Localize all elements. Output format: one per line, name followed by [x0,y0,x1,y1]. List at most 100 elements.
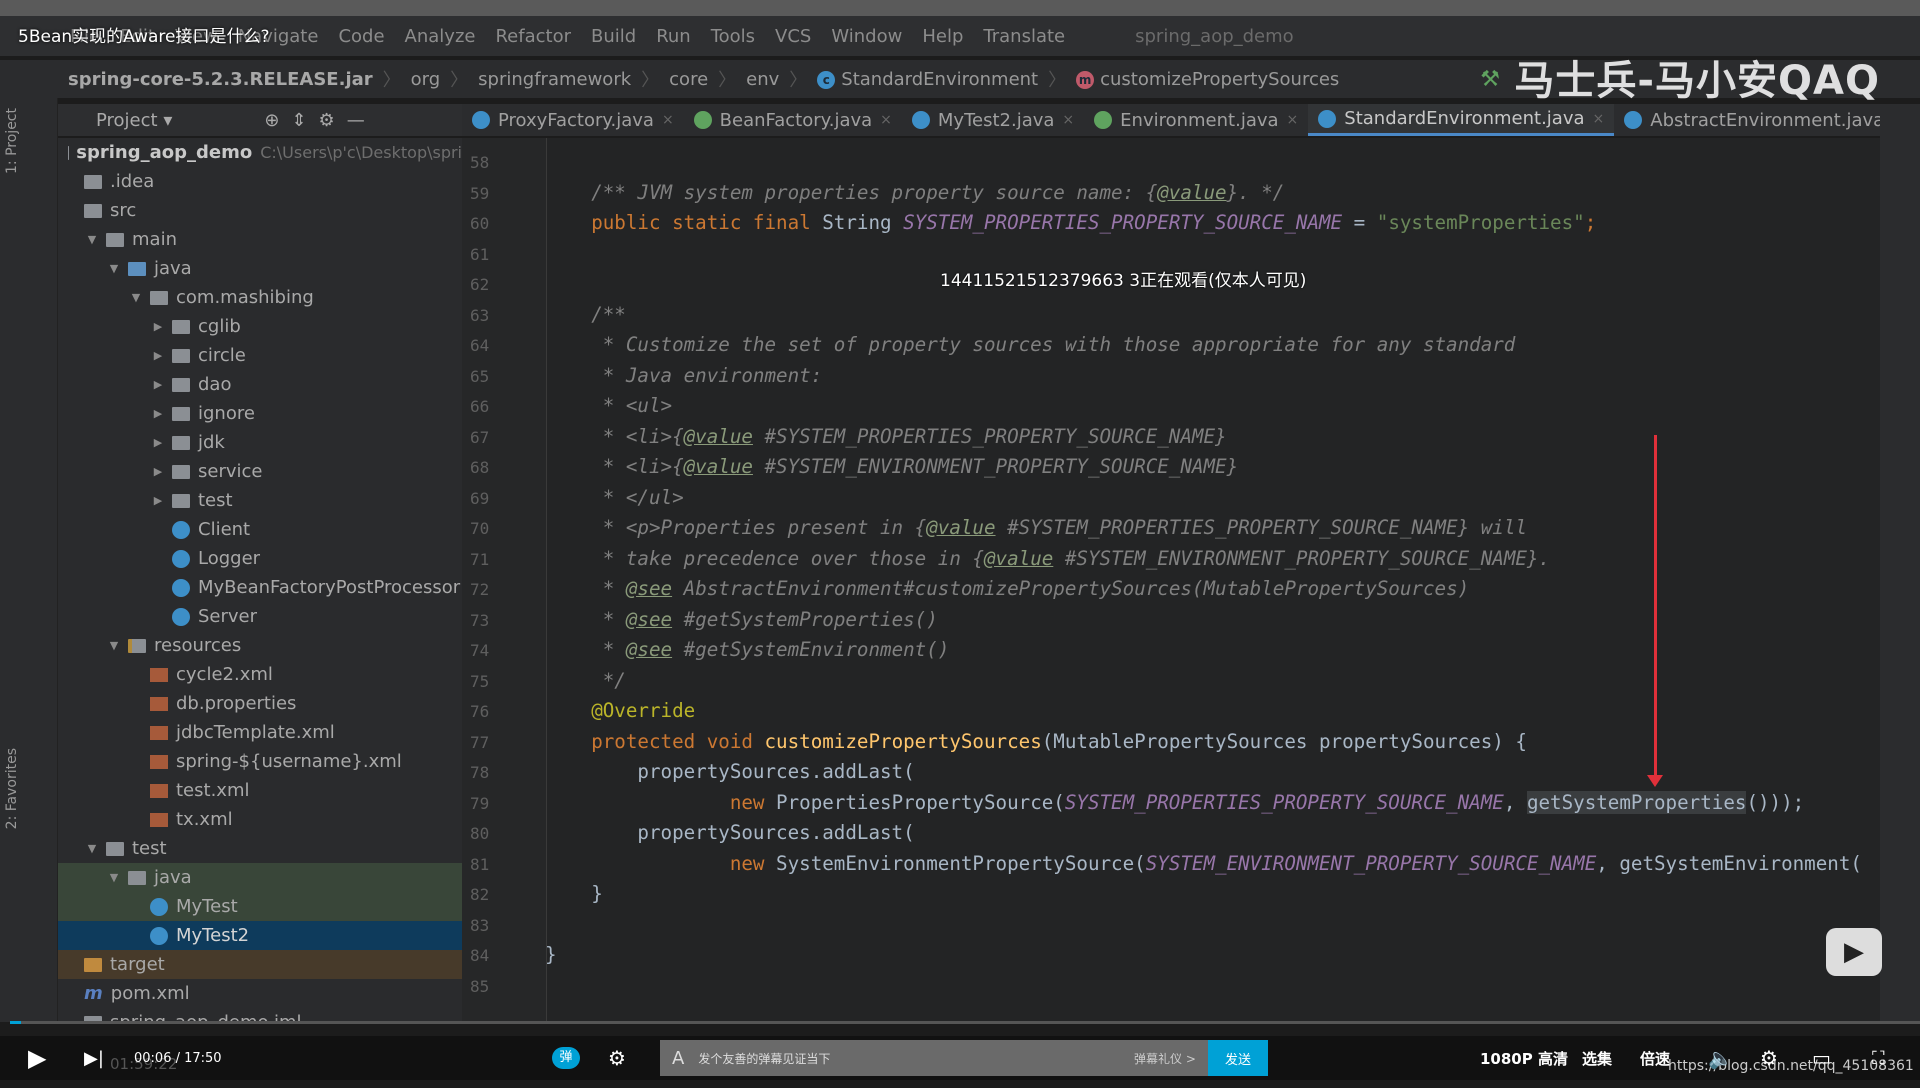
tree-item[interactable]: Logger [58,544,462,573]
tree-item[interactable]: target [58,950,462,979]
tree-item[interactable]: ▶ignore [58,399,462,428]
tree-item[interactable]: ▶cglib [58,312,462,341]
tree-item[interactable]: ▼com.mashibing [58,283,462,312]
tree-item[interactable]: src [58,196,462,225]
fullscreen-icon[interactable]: ⛶ [1872,1036,1885,1080]
breadcrumb-item[interactable]: env [746,69,779,90]
line-number: 59 [470,184,510,203]
volume-icon[interactable]: 🔈 [1708,1036,1733,1080]
speed-button[interactable]: 倍速 [1640,1036,1670,1080]
play-icon[interactable]: ▶ [28,1036,46,1080]
gear-icon[interactable]: ⚙ [319,110,335,131]
collapsed-arrow-icon[interactable]: ▶ [150,465,166,478]
menu-run[interactable]: Run [656,26,691,47]
tree-item[interactable]: MyTest [58,892,462,921]
menu-vcs[interactable]: VCS [775,26,811,47]
favorites-tool-button[interactable]: 2: Favorites [4,748,20,829]
tree-item[interactable]: ▼resources [58,631,462,660]
collapse-all-icon[interactable]: ⇕ [291,110,306,131]
settings-icon[interactable]: ⚙ [1760,1036,1778,1080]
quality-button[interactable]: 1080P 高清 [1480,1036,1568,1080]
tree-item[interactable]: .idea [58,167,462,196]
close-tab-icon[interactable]: × [880,112,892,128]
tab-mytest2[interactable]: MyTest2.java× [902,104,1084,136]
code-token: * [545,638,626,661]
breadcrumb-item[interactable]: mcustomizePropertySources [1076,69,1339,90]
bilibili-tv-icon[interactable]: ▶ [1826,928,1882,976]
video-progress-fill [10,1021,21,1024]
close-tab-icon[interactable]: × [1593,111,1605,127]
tree-item[interactable]: ▶service [58,457,462,486]
breadcrumb-separator: 〉 [718,66,736,92]
tree-item[interactable]: ▶jdk [58,428,462,457]
build-hammer-icon[interactable]: ⚒ [1480,67,1500,92]
menu-refactor[interactable]: Refactor [495,26,571,47]
breadcrumb-item[interactable]: org [411,69,441,90]
close-tab-icon[interactable]: × [1287,112,1299,128]
tab-beanfactory[interactable]: BeanFactory.java× [684,104,902,136]
tree-item[interactable]: Server [58,602,462,631]
tab-abstractenvironment[interactable]: AbstractEnvironment.java× [1614,104,1914,136]
tree-item[interactable]: test.xml [58,776,462,805]
menu-analyze[interactable]: Analyze [405,26,476,47]
minimize-icon[interactable]: — [347,110,365,131]
tree-item[interactable]: ▼main [58,225,462,254]
tree-item[interactable]: mpom.xml [58,979,462,1008]
expanded-arrow-icon[interactable]: ▼ [106,871,122,884]
menu-tools[interactable]: Tools [711,26,755,47]
collapsed-arrow-icon[interactable]: ▶ [150,320,166,333]
menu-translate[interactable]: Translate [983,26,1065,47]
tree-item[interactable]: Client [58,515,462,544]
pip-icon[interactable]: ▭ [1812,1036,1831,1080]
expanded-arrow-icon[interactable]: ▼ [106,639,122,652]
collapsed-arrow-icon[interactable]: ▶ [150,378,166,391]
tree-item[interactable]: ▼java [58,254,462,283]
tree-item[interactable]: cycle2.xml [58,660,462,689]
tree-item[interactable]: MyTest2 [58,921,462,950]
code-line: * take precedence over those in {@value … [545,547,1550,570]
collapsed-arrow-icon[interactable]: ▶ [150,494,166,507]
tree-item[interactable]: jdbcTemplate.xml [58,718,462,747]
locate-icon[interactable]: ⊕ [264,110,279,131]
tree-item[interactable]: MyBeanFactoryPostProcessor [58,573,462,602]
expanded-arrow-icon[interactable]: ▼ [84,233,100,246]
send-button[interactable]: 发送 [1208,1040,1268,1076]
expanded-arrow-icon[interactable]: ▼ [106,262,122,275]
breadcrumb-item[interactable]: cStandardEnvironment [817,69,1038,90]
menu-build[interactable]: Build [591,26,636,47]
episodes-button[interactable]: 选集 [1582,1036,1612,1080]
collapsed-arrow-icon[interactable]: ▶ [150,349,166,362]
tree-item[interactable]: spring_aop_demo.iml [58,1008,462,1022]
tree-item[interactable]: ▶dao [58,370,462,399]
next-icon[interactable]: ▶| [84,1036,104,1080]
danmu-toggle-icon[interactable]: 弹 [552,1036,580,1080]
expanded-arrow-icon[interactable]: ▼ [128,291,144,304]
breadcrumb-item[interactable]: spring-core-5.2.3.RELEASE.jar [68,69,373,90]
tree-item[interactable]: ▼java [58,863,462,892]
tab-proxyfactory[interactable]: ProxyFactory.java× [462,104,684,136]
collapsed-arrow-icon[interactable]: ▶ [150,436,166,449]
tree-item[interactable]: db.properties [58,689,462,718]
close-tab-icon[interactable]: × [1062,112,1074,128]
project-view-selector[interactable]: Project ▾ [96,110,172,131]
tree-item[interactable]: ▶circle [58,341,462,370]
tab-environment[interactable]: Environment.java× [1084,104,1308,136]
video-progress-bar[interactable] [10,1021,1920,1024]
danmu-etiquette-link[interactable]: 弹幕礼仪 > [1134,1036,1196,1080]
tree-item[interactable]: spring_aop_demoC:\Users\p'c\Desktop\spri [58,138,462,167]
tab-standardenvironment[interactable]: StandardEnvironment.java× [1308,104,1614,136]
breadcrumb-item[interactable]: springframework [478,69,631,90]
menu-window[interactable]: Window [831,26,902,47]
expanded-arrow-icon[interactable]: ▼ [84,842,100,855]
tree-item[interactable]: ▼test [58,834,462,863]
menu-code[interactable]: Code [338,26,384,47]
tree-item[interactable]: spring-${username}.xml [58,747,462,776]
danmu-settings-icon[interactable]: ⚙ [608,1036,626,1080]
breadcrumb-item[interactable]: core [669,69,708,90]
project-tool-button[interactable]: 1: Project [4,108,20,174]
tree-item[interactable]: tx.xml [58,805,462,834]
close-tab-icon[interactable]: × [662,112,674,128]
collapsed-arrow-icon[interactable]: ▶ [150,407,166,420]
menu-help[interactable]: Help [922,26,963,47]
tree-item[interactable]: ▶test [58,486,462,515]
